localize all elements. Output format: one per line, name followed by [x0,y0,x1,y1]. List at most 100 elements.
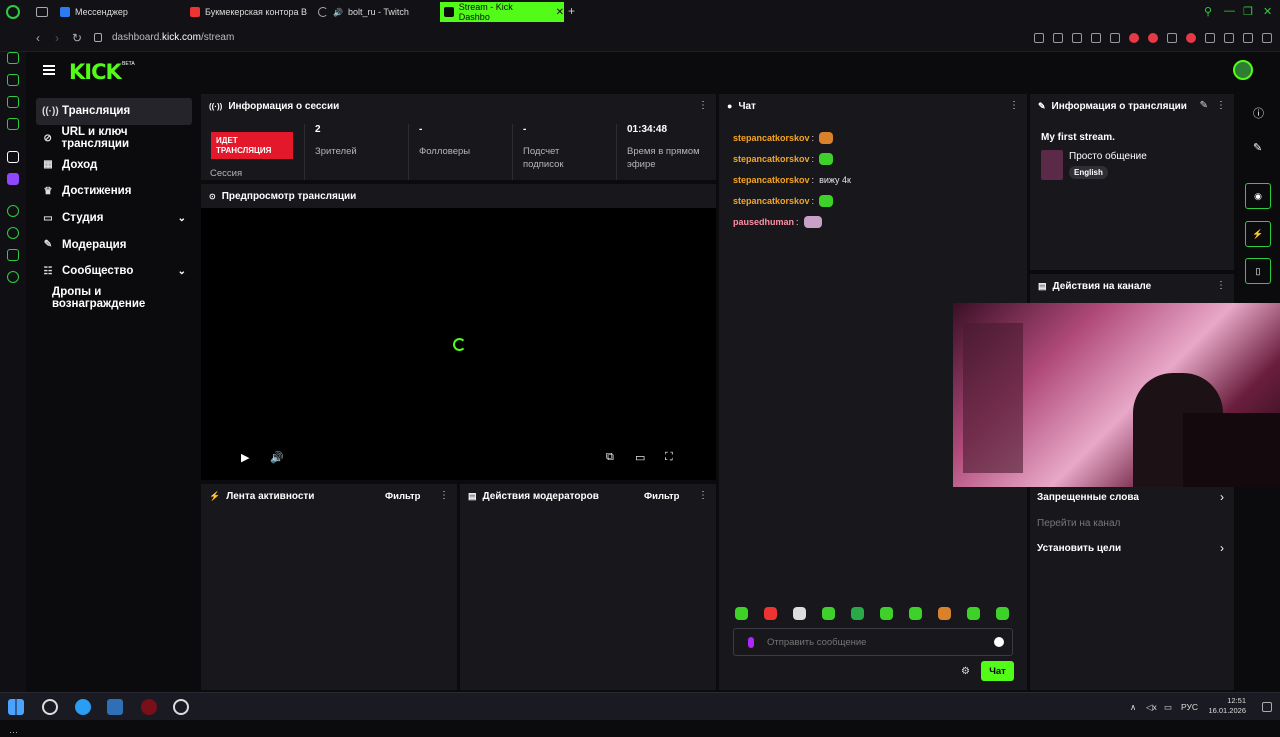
shield-icon[interactable] [1072,33,1082,43]
category-thumbnail[interactable] [1041,150,1063,180]
theater-icon[interactable]: ▭ [635,451,645,464]
browser-tab[interactable]: Букмекерская контора В [186,2,310,22]
nav-item-income[interactable]: ▦ Доход [36,151,192,178]
nav-item-community[interactable]: ☷ Сообщество ⌄ [36,258,192,285]
share-icon[interactable] [7,249,19,261]
emote-icon[interactable] [793,607,806,620]
pip-icon[interactable]: ⧉ [606,451,614,464]
explorer-icon[interactable] [107,699,123,715]
nav-item-broadcast[interactable]: ((·)) Трансляция [36,98,192,125]
download-icon[interactable] [1243,33,1253,43]
minimize-icon[interactable]: — [1224,5,1235,17]
kick-logo[interactable]: KICK [69,60,122,84]
new-tab-button[interactable]: + [568,4,575,18]
kebab-menu-icon[interactable]: ⋮ [439,490,449,501]
microphone-icon[interactable] [748,637,754,648]
windows-start-icon[interactable] [8,699,24,715]
chrome-icon[interactable] [42,699,58,715]
camera-icon[interactable]: ◉ [1245,183,1271,209]
emote-icon[interactable] [996,607,1009,620]
extension-red-icon[interactable] [1148,33,1158,43]
volume-tray-icon[interactable]: ◁x [1146,702,1157,713]
opera-logo-icon[interactable] [6,5,20,19]
chat-username[interactable]: stepancatkorskov [733,133,810,143]
chat-input[interactable] [733,628,1013,656]
player-icon[interactable] [7,205,19,217]
video-player[interactable]: ▶ 🔊 ⧉ ▭ ⛶ [201,208,716,480]
audio-icon[interactable]: 🔊 [333,8,343,17]
snapshot-icon[interactable] [1053,33,1063,43]
play-button[interactable]: ▶ [241,451,249,464]
pencil-icon[interactable]: ✎ [1253,141,1262,154]
browser-tab[interactable]: 🔊 bolt_ru - Twitch [314,2,436,22]
emote-icon[interactable] [880,607,893,620]
search-icon[interactable]: ⚲ [1204,5,1212,18]
emote-icon[interactable] [822,607,835,620]
action-banned-words[interactable]: Запрещенные слова [1037,492,1139,503]
network-icon[interactable]: ▭ [1164,702,1172,713]
maximize-icon[interactable]: ❐ [1243,5,1253,18]
tray-expand-icon[interactable]: ∧ [1130,702,1136,713]
chat-username[interactable]: stepancatkorskov [733,154,810,164]
more-icon[interactable]: ··· [9,727,18,737]
avatar[interactable] [1233,60,1253,80]
chat-message[interactable]: stepancatkorskov: [733,190,851,211]
close-tab-icon[interactable]: ✕ [556,7,564,18]
filter-button[interactable]: Фильтр [385,491,420,502]
browser-tab-active[interactable]: Stream - Kick Dashbo ✕ [440,2,564,22]
adblock-icon[interactable] [1129,33,1139,43]
news-icon[interactable] [7,96,19,108]
forward-icon[interactable]: › [55,31,59,45]
volume-icon[interactable]: 🔊 [270,451,284,464]
browser-tab[interactable]: Мессенджер [56,2,182,22]
emote-icon[interactable] [967,607,980,620]
gear-icon[interactable]: ⚙ [961,666,970,677]
stream-category[interactable]: Просто общение [1069,151,1147,162]
notifications-icon[interactable] [1262,702,1272,712]
bag-icon[interactable] [7,74,19,86]
close-window-icon[interactable]: ✕ [1263,5,1272,18]
nav-item-stream-key[interactable]: ⊘ URL и ключ трансляции [36,125,192,152]
obs-icon[interactable] [173,699,189,715]
kick-sidebar-icon[interactable] [7,151,19,163]
emote-icon[interactable] [909,607,922,620]
puzzle-icon[interactable] [1205,33,1215,43]
bolt-icon[interactable]: ⚡ [1245,221,1271,247]
vpn-icon[interactable] [1167,33,1177,43]
emote-icon[interactable] [938,607,951,620]
emoji-picker-icon[interactable] [994,637,1004,647]
history-icon[interactable] [7,227,19,239]
tab-sidebar-icon[interactable] [36,7,48,17]
emote-icon[interactable] [851,607,864,620]
settings-sidebar-icon[interactable] [7,271,19,283]
action-go-to-channel[interactable]: Перейти на канал [1037,518,1120,529]
profile-icon[interactable] [1224,33,1234,43]
action-set-goals[interactable]: Установить цели [1037,543,1121,554]
chat-input-field[interactable] [767,637,987,648]
twitch-icon[interactable] [7,173,19,185]
kebab-menu-icon[interactable]: ⋮ [1216,280,1226,291]
chevron-right-icon[interactable]: › [1220,490,1224,504]
chat-message[interactable]: stepancatkorskov: [733,148,851,169]
chevron-right-icon[interactable]: › [1220,541,1224,555]
nav-item-studio[interactable]: ▭ Студия ⌄ [36,205,192,232]
opera-gx-taskbar-icon[interactable] [141,699,157,715]
play-icon[interactable] [1091,33,1101,43]
clock[interactable]: 12:51 16.01.2026 [1208,696,1246,716]
kebab-menu-icon[interactable]: ⋮ [698,100,708,111]
edit-icon[interactable]: ✎ [1200,100,1208,111]
fullscreen-icon[interactable]: ⛶ [665,451,673,464]
chat-message[interactable]: stepancatkorskov: вижу 4к [733,169,851,190]
nav-item-moderation[interactable]: ✎ Модерация [36,231,192,258]
kebab-menu-icon[interactable]: ⋮ [698,490,708,501]
telegram-icon[interactable] [75,699,91,715]
document-icon[interactable]: ▯ [1245,258,1271,284]
emote-icon[interactable] [764,607,777,620]
language-indicator[interactable]: РУС [1181,702,1198,712]
back-icon[interactable]: ‹ [36,31,40,45]
messenger-sidebar-icon[interactable] [7,118,19,130]
emote-icon[interactable] [735,607,748,620]
heart-icon[interactable] [1110,33,1120,43]
aria-icon[interactable] [7,52,19,64]
info-icon[interactable]: ⓘ [1253,105,1264,121]
